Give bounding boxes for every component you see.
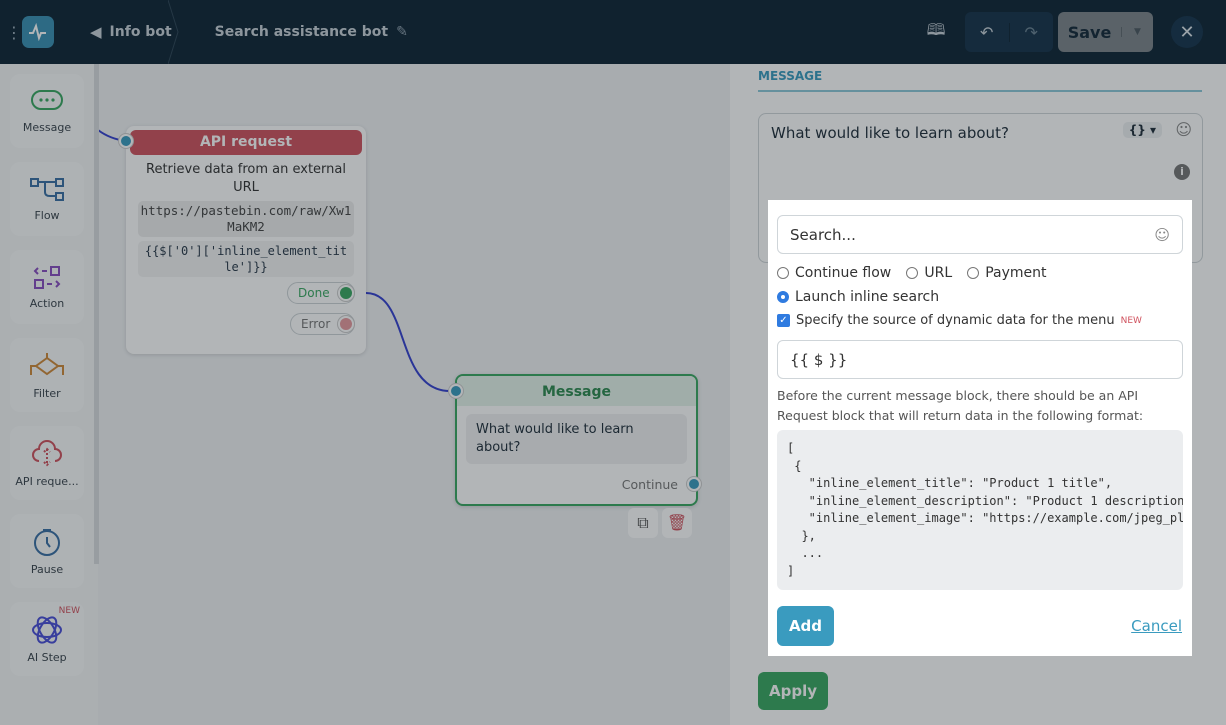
radio-payment[interactable]: Payment: [967, 265, 1047, 281]
radio-url[interactable]: URL: [906, 265, 952, 281]
data-source-input[interactable]: {{ $ }}: [777, 340, 1183, 379]
search-input[interactable]: Search... ☺: [777, 215, 1183, 254]
radio-launch-inline-search[interactable]: Launch inline search: [777, 289, 939, 305]
checkbox-checked-icon[interactable]: ✓: [777, 314, 790, 327]
emoji-icon[interactable]: ☺: [1154, 226, 1170, 244]
add-button[interactable]: Add: [777, 606, 834, 646]
format-code-block: [ { "inline_element_title": "Product 1 t…: [777, 430, 1183, 590]
button-settings-popup: Search... ☺ Continue flow URL Payment La…: [768, 200, 1192, 656]
format-hint: Before the current message block, there …: [777, 388, 1144, 423]
radio-continue-flow[interactable]: Continue flow: [777, 265, 891, 281]
dynamic-data-checkbox[interactable]: ✓ Specify the source of dynamic data for…: [777, 313, 1183, 328]
cancel-link[interactable]: Cancel: [1131, 617, 1182, 635]
new-badge: NEW: [1120, 315, 1142, 326]
